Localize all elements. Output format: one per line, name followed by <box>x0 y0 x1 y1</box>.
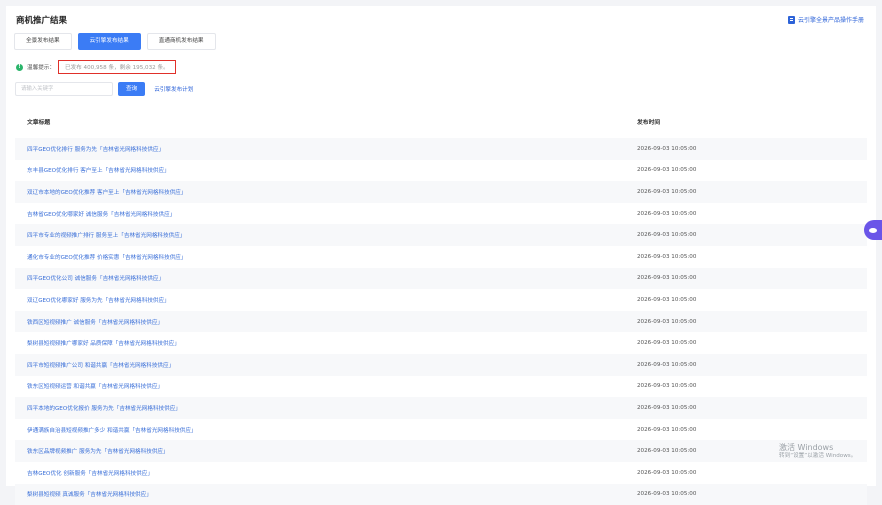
article-title-link[interactable]: 双辽市本地的GEO优化推荐 客户至上「吉林省光网格科技供应」 <box>15 188 637 196</box>
book-icon <box>788 16 795 24</box>
article-title-link[interactable]: 双辽GEO优化哪家好 服务为先「吉林省光网格科技供应」 <box>15 296 637 304</box>
table-row: 伊通满族自治县短视频推广多少 和谐共赢「吉林省光网格科技供应」2026-09-0… <box>15 419 867 441</box>
table-row: 双辽市本地的GEO优化推荐 客户至上「吉林省光网格科技供应」2026-09-03… <box>15 181 867 203</box>
page-title: 商机推广结果 <box>16 14 67 26</box>
publish-time: 2026-09-03 10:05:00 <box>637 146 867 152</box>
publish-plan-link[interactable]: 云引擎发布计划 <box>154 85 193 93</box>
publish-time: 2026-09-03 10:05:00 <box>637 232 867 238</box>
publish-time: 2026-09-03 10:05:00 <box>637 405 867 411</box>
table-row: 四平市专业的视频推广排行 服务至上「吉林省光网格科技供应」2026-09-03 … <box>15 224 867 246</box>
article-title-link[interactable]: 梨树县短视频推广哪家好 品质保障「吉林省光网格科技供应」 <box>15 339 637 347</box>
publish-time: 2026-09-03 10:05:00 <box>637 470 867 476</box>
table-row: 铁东区品牌视频推广 服务为先「吉林省光网格科技供应」2026-09-03 10:… <box>15 440 867 462</box>
publish-time: 2026-09-03 10:05:00 <box>637 383 867 389</box>
publish-time: 2026-09-03 10:05:00 <box>637 297 867 303</box>
article-title-link[interactable]: 四平本地的GEO优化报价 服务为先「吉林省光网格科技供应」 <box>15 404 637 412</box>
column-header-time: 发布时间 <box>637 117 867 126</box>
article-title-link[interactable]: 铁东区品牌视频推广 服务为先「吉林省光网格科技供应」 <box>15 447 637 455</box>
search-button[interactable]: 查询 <box>118 82 145 96</box>
publish-count-text: 已发布 400,958 条，剩余 195,032 条。 <box>58 60 176 74</box>
table-row: 铁西区短视频推广 诚信服务「吉林省光网格科技供应」2026-09-03 10:0… <box>15 311 867 333</box>
table-row: 四平GEO优化排行 服务为先「吉林省光网格科技供应」2026-09-03 10:… <box>15 138 867 160</box>
article-title-link[interactable]: 四平GEO优化公司 诚信服务「吉林省光网格科技供应」 <box>15 274 637 282</box>
tab-cloud-engine-results[interactable]: 云引擎发布结果 <box>78 33 141 50</box>
results-table: 文章标题 发布时间 四平GEO优化排行 服务为先「吉林省光网格科技供应」2026… <box>15 104 867 505</box>
tip-bar: ! 温馨提示： 已发布 400,958 条，剩余 195,032 条。 <box>16 60 176 74</box>
table-row: 东丰县GEO优化排行 客户至上「吉林省光网格科技供应」2026-09-03 10… <box>15 160 867 182</box>
search-row: 查询 云引擎发布计划 <box>15 82 193 96</box>
assistant-icon <box>869 228 877 233</box>
table-row: 铁东区短视频运营 和谐共赢「吉林省光网格科技供应」2026-09-03 10:0… <box>15 376 867 398</box>
publish-time: 2026-09-03 10:05:00 <box>637 319 867 325</box>
table-row: 四平GEO优化公司 诚信服务「吉林省光网格科技供应」2026-09-03 10:… <box>15 268 867 290</box>
publish-time: 2026-09-03 10:05:00 <box>637 275 867 281</box>
keyword-search-input[interactable] <box>15 82 113 96</box>
article-title-link[interactable]: 铁东区短视频运营 和谐共赢「吉林省光网格科技供应」 <box>15 382 637 390</box>
publish-time: 2026-09-03 10:05:00 <box>637 167 867 173</box>
article-title-link[interactable]: 东丰县GEO优化排行 客户至上「吉林省光网格科技供应」 <box>15 166 637 174</box>
article-title-link[interactable]: 四平市短视频推广公司 和谐共赢「吉林省光网格科技供应」 <box>15 361 637 369</box>
tip-label: 温馨提示： <box>27 63 55 71</box>
table-row: 通化市专业的GEO优化推荐 价格实惠「吉林省光网格科技供应」2026-09-03… <box>15 246 867 268</box>
tab-direct-results[interactable]: 直通商机发布结果 <box>147 33 216 50</box>
manual-link-label: 云引擎全景产品操作手册 <box>798 15 864 24</box>
table-row: 四平市短视频推广公司 和谐共赢「吉林省光网格科技供应」2026-09-03 10… <box>15 354 867 376</box>
article-title-link[interactable]: 铁西区短视频推广 诚信服务「吉林省光网格科技供应」 <box>15 318 637 326</box>
article-title-link[interactable]: 梨树县短视频 真诚服务「吉林省光网格科技供应」 <box>15 490 637 498</box>
watermark-line-1: 激活 Windows <box>779 443 856 453</box>
publish-time: 2026-09-03 10:05:00 <box>637 427 867 433</box>
table-body: 四平GEO优化排行 服务为先「吉林省光网格科技供应」2026-09-03 10:… <box>15 138 867 505</box>
table-header: 文章标题 发布时间 <box>15 104 867 138</box>
table-row: 梨树县短视频 真诚服务「吉林省光网格科技供应」2026-09-03 10:05:… <box>15 484 867 505</box>
windows-activation-watermark: 激活 Windows 转到“设置”以激活 Windows。 <box>779 443 856 460</box>
watermark-line-2: 转到“设置”以激活 Windows。 <box>779 453 856 460</box>
publish-time: 2026-09-03 10:05:00 <box>637 254 867 260</box>
article-title-link[interactable]: 吉林GEO优化 创新服务「吉林省光网格科技供应」 <box>15 469 637 477</box>
table-row: 吉林GEO优化 创新服务「吉林省光网格科技供应」2026-09-03 10:05… <box>15 462 867 484</box>
article-title-link[interactable]: 伊通满族自治县短视频推广多少 和谐共赢「吉林省光网格科技供应」 <box>15 426 637 434</box>
publish-time: 2026-09-03 10:05:00 <box>637 340 867 346</box>
article-title-link[interactable]: 四平GEO优化排行 服务为先「吉林省光网格科技供应」 <box>15 145 637 153</box>
article-title-link[interactable]: 通化市专业的GEO优化推荐 价格实惠「吉林省光网格科技供应」 <box>15 253 637 261</box>
column-header-title: 文章标题 <box>15 117 637 126</box>
table-row: 吉林省GEO优化哪家好 诚信服务「吉林省光网格科技供应」2026-09-03 1… <box>15 203 867 225</box>
result-tabs: 全景发布结果 云引擎发布结果 直通商机发布结果 <box>14 33 216 50</box>
tab-all-results[interactable]: 全景发布结果 <box>14 33 72 50</box>
article-title-link[interactable]: 四平市专业的视频推广排行 服务至上「吉林省光网格科技供应」 <box>15 231 637 239</box>
table-row: 四平本地的GEO优化报价 服务为先「吉林省光网格科技供应」2026-09-03 … <box>15 397 867 419</box>
info-icon: ! <box>16 64 23 71</box>
results-card: 商机推广结果 云引擎全景产品操作手册 全景发布结果 云引擎发布结果 直通商机发布… <box>6 6 876 486</box>
publish-time: 2026-09-03 10:05:00 <box>637 491 867 497</box>
manual-link[interactable]: 云引擎全景产品操作手册 <box>788 15 864 24</box>
assistant-float-button[interactable] <box>864 220 882 240</box>
table-row: 梨树县短视频推广哪家好 品质保障「吉林省光网格科技供应」2026-09-03 1… <box>15 332 867 354</box>
table-row: 双辽GEO优化哪家好 服务为先「吉林省光网格科技供应」2026-09-03 10… <box>15 289 867 311</box>
publish-time: 2026-09-03 10:05:00 <box>637 189 867 195</box>
publish-time: 2026-09-03 10:05:00 <box>637 211 867 217</box>
publish-time: 2026-09-03 10:05:00 <box>637 362 867 368</box>
article-title-link[interactable]: 吉林省GEO优化哪家好 诚信服务「吉林省光网格科技供应」 <box>15 210 637 218</box>
